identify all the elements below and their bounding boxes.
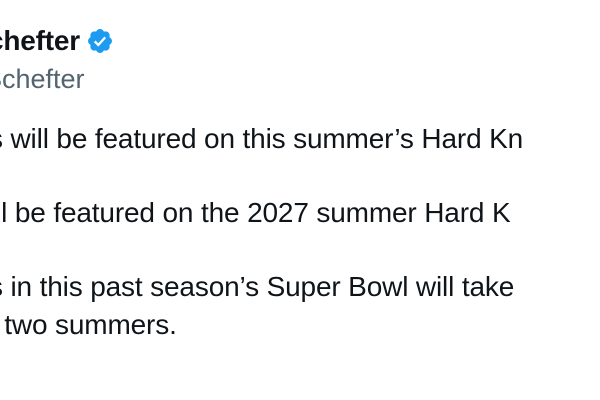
tweet-paragraph: ill be featured on the 2027 summer Hard … — [0, 194, 600, 232]
tweet-line: s will be featured on this summer’s Hard… — [0, 123, 524, 154]
tweet-line: ill be featured on the 2027 summer Hard … — [0, 197, 511, 228]
tweet-paragraph: s in this past season’s Super Bowl will … — [0, 268, 600, 344]
tweet-paragraph: s will be featured on this summer’s Hard… — [0, 120, 600, 158]
author-display-name[interactable]: chefter — [0, 22, 80, 60]
tweet-header: chefter Schefter — [0, 22, 114, 96]
tweet-line: t two summers. — [0, 309, 177, 340]
tweet-text: s will be featured on this summer’s Hard… — [0, 120, 600, 344]
tweet-card: chefter Schefter s will be featured on t… — [0, 0, 600, 400]
verified-badge-icon — [86, 27, 114, 55]
author-name-row: chefter — [0, 22, 114, 60]
tweet-line: s in this past season’s Super Bowl will … — [0, 271, 515, 302]
author-handle[interactable]: Schefter — [0, 62, 114, 96]
